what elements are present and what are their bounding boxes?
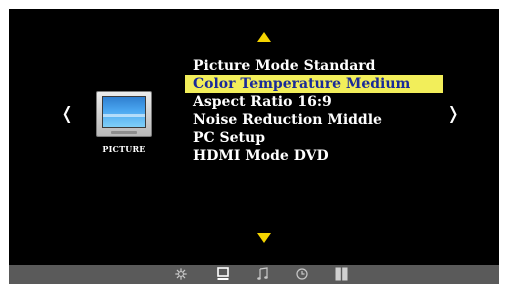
- settings-menu: Picture Mode Standard Color Temperature …: [185, 57, 443, 165]
- menu-item-noise-reduction[interactable]: Noise Reduction Middle: [185, 111, 443, 129]
- menu-item-picture-mode[interactable]: Picture Mode Standard: [185, 57, 443, 75]
- clock-icon[interactable]: [296, 268, 308, 280]
- category-label: PICTURE: [102, 144, 146, 154]
- triangle-up-icon[interactable]: [257, 32, 271, 42]
- sun-icon[interactable]: [175, 268, 187, 280]
- menu-item-aspect-ratio[interactable]: Aspect Ratio 16:9: [185, 93, 443, 111]
- tv-picture-icon: [96, 91, 152, 137]
- chevron-right-icon[interactable]: ❭: [446, 105, 460, 123]
- grid-icon[interactable]: [335, 267, 348, 281]
- menu-item-color-temperature[interactable]: Color Temperature Medium: [185, 75, 443, 93]
- menu-item-hdmi-mode[interactable]: HDMI Mode DVD: [185, 147, 443, 165]
- music-note-icon[interactable]: [257, 267, 269, 281]
- chevron-left-icon[interactable]: ❬: [60, 105, 74, 123]
- category-bar: [9, 265, 499, 284]
- triangle-down-icon[interactable]: [257, 233, 271, 243]
- tv-icon[interactable]: [217, 267, 229, 281]
- menu-item-pc-setup[interactable]: PC Setup: [185, 129, 443, 147]
- osd-screen: ❬ ❭ PICTURE Picture Mode Standard Color …: [9, 9, 499, 284]
